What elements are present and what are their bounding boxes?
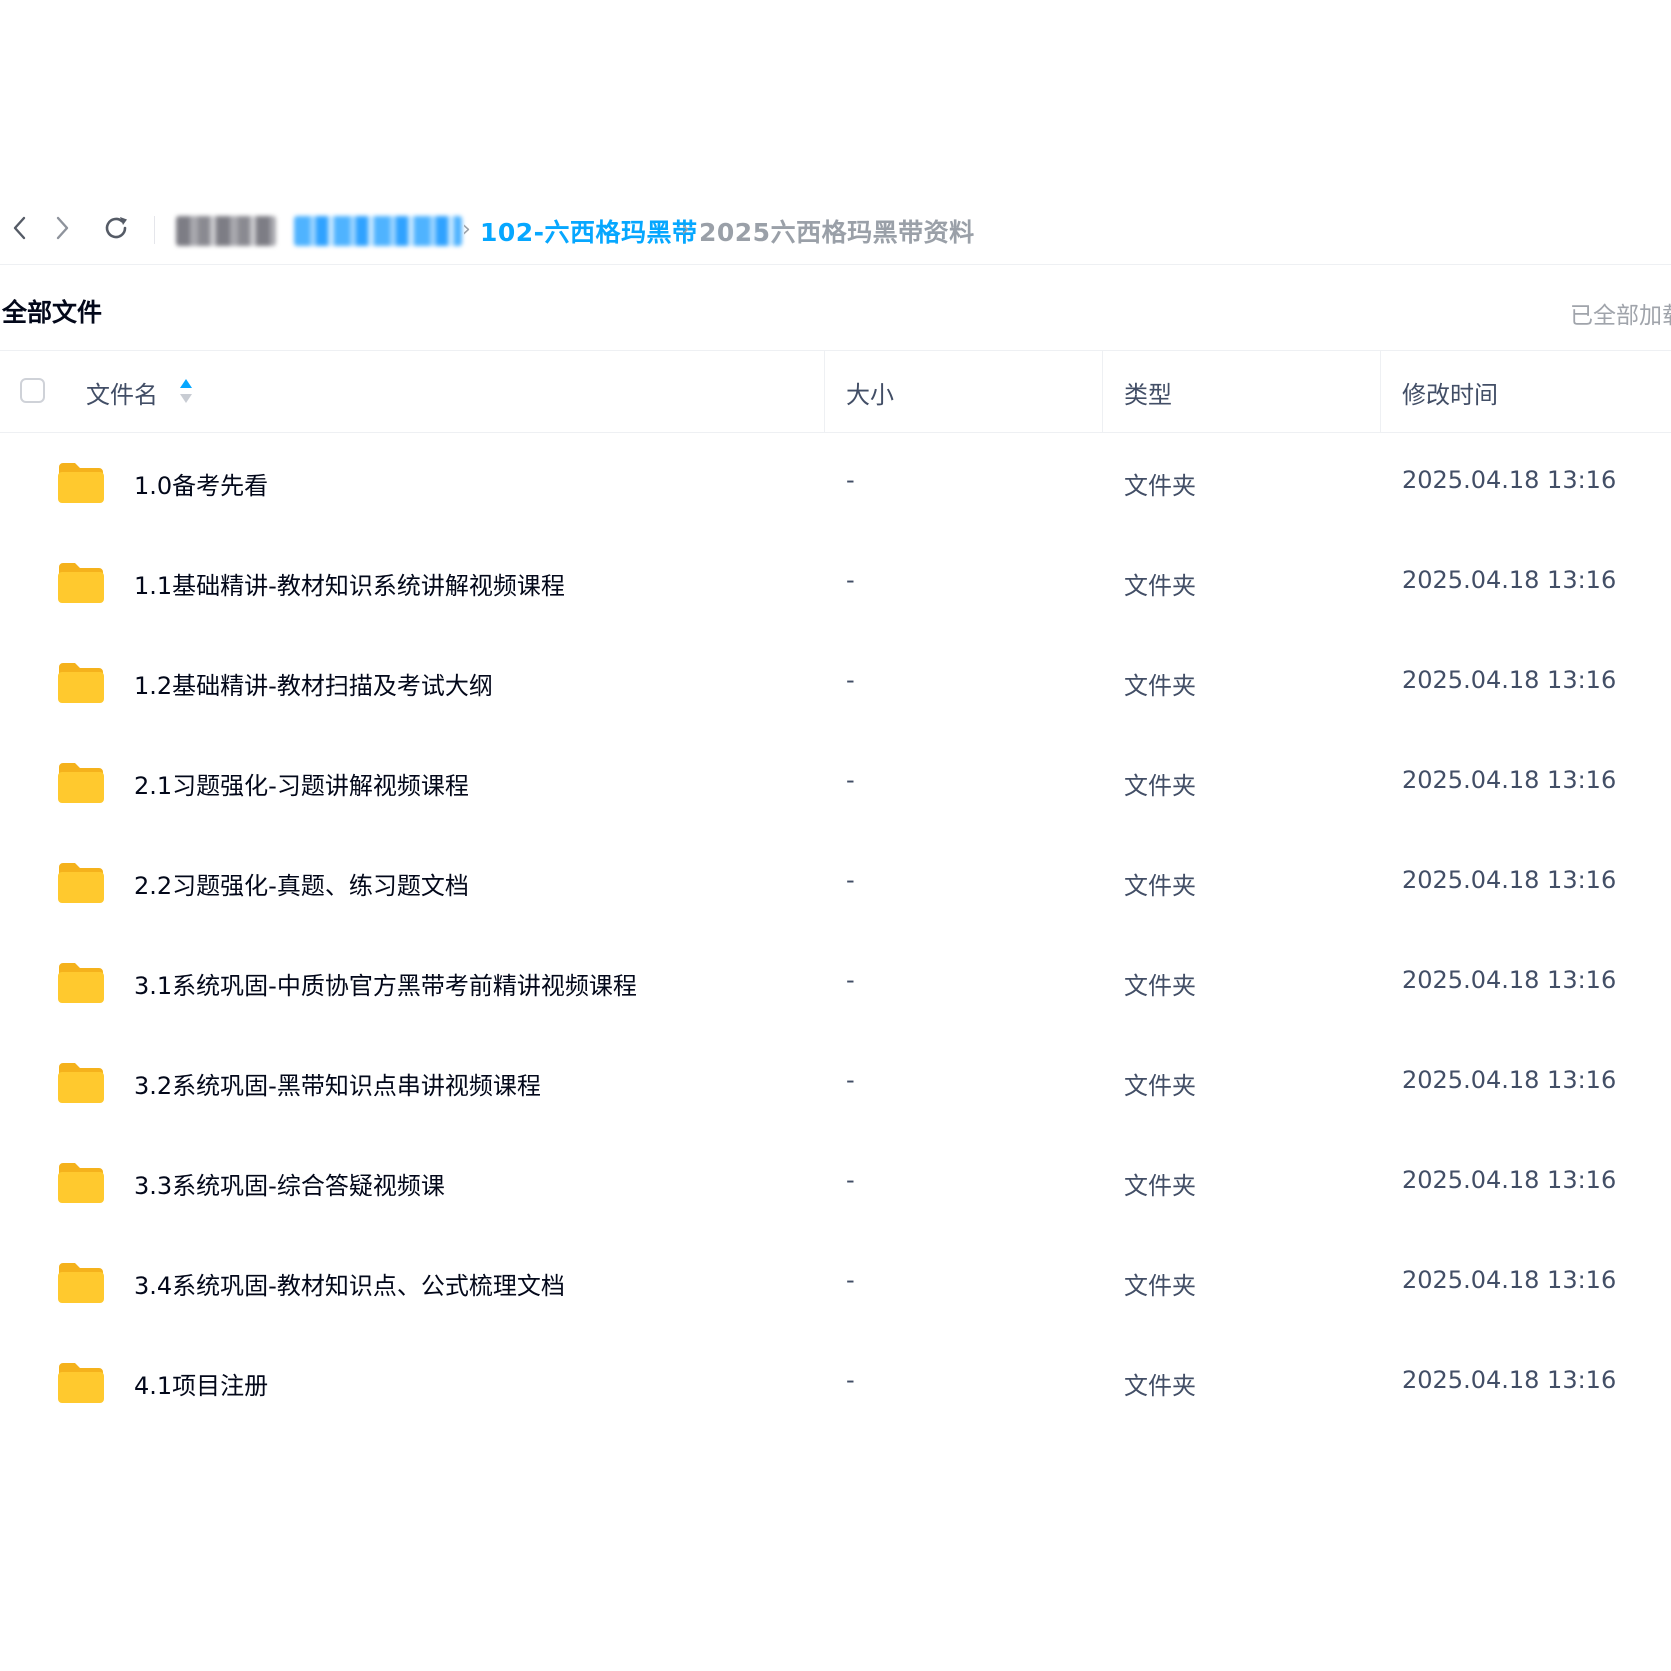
file-modified: 2025.04.18 13:16 xyxy=(1402,566,1617,594)
table-row[interactable]: 1.1基础精讲-教材知识系统讲解视频课程 - 文件夹 2025.04.18 13… xyxy=(0,534,1671,634)
table-header: 文件名 大小 类型 修改时间 xyxy=(0,350,1671,433)
select-all-checkbox[interactable] xyxy=(20,378,45,403)
column-divider[interactable] xyxy=(824,351,825,432)
file-type: 文件夹 xyxy=(1124,572,1196,600)
file-manager-page: › 102-六西格玛黑带 › 2025六西格玛黑带资料 全部文件 已全部加载 文… xyxy=(0,0,1671,1671)
file-size: - xyxy=(846,566,855,594)
load-status: 已全部加载 xyxy=(1570,303,1671,329)
table-row[interactable]: 2.2习题强化-真题、练习题文档 - 文件夹 2025.04.18 13:16 xyxy=(0,834,1671,934)
table-row[interactable]: 1.2基础精讲-教材扫描及考试大纲 - 文件夹 2025.04.18 13:16 xyxy=(0,634,1671,734)
folder-icon xyxy=(58,563,104,603)
folder-icon xyxy=(58,663,104,703)
breadcrumb-blurred-segment[interactable] xyxy=(176,216,276,246)
column-divider[interactable] xyxy=(1102,351,1103,432)
column-header-modified[interactable]: 修改时间 xyxy=(1402,375,1498,410)
table-row[interactable]: 4.1项目注册 - 文件夹 2025.04.18 13:16 xyxy=(0,1334,1671,1434)
column-header-size[interactable]: 大小 xyxy=(846,375,894,410)
file-name[interactable]: 4.1项目注册 xyxy=(134,1366,268,1401)
folder-icon xyxy=(58,963,104,1003)
folder-icon xyxy=(58,863,104,903)
file-modified: 2025.04.18 13:16 xyxy=(1402,1266,1617,1294)
file-name[interactable]: 3.4系统巩固-教材知识点、公式梳理文档 xyxy=(134,1266,565,1301)
chevron-right-icon xyxy=(56,216,69,240)
file-type: 文件夹 xyxy=(1124,672,1196,700)
folder-icon xyxy=(58,1063,104,1103)
file-modified: 2025.04.18 13:16 xyxy=(1402,666,1617,694)
file-name[interactable]: 1.1基础精讲-教材知识系统讲解视频课程 xyxy=(134,566,565,601)
file-modified: 2025.04.18 13:16 xyxy=(1402,966,1617,994)
file-name[interactable]: 3.3系统巩固-综合答疑视频课 xyxy=(134,1166,445,1201)
folder-icon xyxy=(58,1263,104,1303)
file-modified: 2025.04.18 13:16 xyxy=(1402,1366,1617,1394)
file-modified: 2025.04.18 13:16 xyxy=(1402,766,1617,794)
file-modified: 2025.04.18 13:16 xyxy=(1402,866,1617,894)
table-row[interactable]: 3.3系统巩固-综合答疑视频课 - 文件夹 2025.04.18 13:16 xyxy=(0,1134,1671,1234)
file-size: - xyxy=(846,866,855,894)
file-size: - xyxy=(846,466,855,494)
section-title: 全部文件 xyxy=(2,298,103,327)
folder-icon xyxy=(58,1163,104,1203)
file-name[interactable]: 2.2习题强化-真题、练习题文档 xyxy=(134,866,469,901)
table-row[interactable]: 3.2系统巩固-黑带知识点串讲视频课程 - 文件夹 2025.04.18 13:… xyxy=(0,1034,1671,1134)
file-modified: 2025.04.18 13:16 xyxy=(1402,1066,1617,1094)
navigation-bar: › 102-六西格玛黑带 › 2025六西格玛黑带资料 xyxy=(0,196,1671,265)
back-button[interactable] xyxy=(0,208,40,248)
file-type: 文件夹 xyxy=(1124,472,1196,500)
folder-icon xyxy=(58,763,104,803)
refresh-icon xyxy=(105,217,127,239)
file-type: 文件夹 xyxy=(1124,1172,1196,1200)
column-divider[interactable] xyxy=(1380,351,1381,432)
file-name[interactable]: 3.1系统巩固-中质协官方黑带考前精讲视频课程 xyxy=(134,966,637,1001)
breadcrumb-separator: › xyxy=(462,217,471,242)
file-size: - xyxy=(846,1066,855,1094)
file-modified: 2025.04.18 13:16 xyxy=(1402,466,1617,494)
file-name[interactable]: 1.2基础精讲-教材扫描及考试大纲 xyxy=(134,666,493,701)
sort-ascending-icon[interactable] xyxy=(178,377,194,405)
file-type: 文件夹 xyxy=(1124,972,1196,1000)
breadcrumb-current: 2025六西格玛黑带资料 xyxy=(699,218,975,247)
folder-icon xyxy=(58,463,104,503)
file-size: - xyxy=(846,1266,855,1294)
file-type: 文件夹 xyxy=(1124,1372,1196,1400)
file-modified: 2025.04.18 13:16 xyxy=(1402,1166,1617,1194)
column-header-type[interactable]: 类型 xyxy=(1124,375,1172,410)
file-type: 文件夹 xyxy=(1124,872,1196,900)
table-row[interactable]: 3.4系统巩固-教材知识点、公式梳理文档 - 文件夹 2025.04.18 13… xyxy=(0,1234,1671,1334)
breadcrumb-separator: › xyxy=(681,217,690,242)
file-name[interactable]: 2.1习题强化-习题讲解视频课程 xyxy=(134,766,469,801)
breadcrumb-link[interactable]: 102-六西格玛黑带 xyxy=(480,213,698,249)
file-type: 文件夹 xyxy=(1124,1072,1196,1100)
refresh-button[interactable] xyxy=(96,208,136,248)
file-type: 文件夹 xyxy=(1124,772,1196,800)
file-size: - xyxy=(846,1166,855,1194)
file-size: - xyxy=(846,966,855,994)
chevron-left-icon xyxy=(13,216,26,240)
file-size: - xyxy=(846,766,855,794)
file-size: - xyxy=(846,666,855,694)
column-header-name[interactable]: 文件名 xyxy=(86,375,158,410)
table-row[interactable]: 2.1习题强化-习题讲解视频课程 - 文件夹 2025.04.18 13:16 xyxy=(0,734,1671,834)
breadcrumb-blurred-segment[interactable] xyxy=(294,216,462,246)
folder-icon xyxy=(58,1363,104,1403)
nav-divider xyxy=(154,216,155,244)
forward-button[interactable] xyxy=(42,208,82,248)
file-name[interactable]: 3.2系统巩固-黑带知识点串讲视频课程 xyxy=(134,1066,541,1101)
table-row[interactable]: 1.0备考先看 - 文件夹 2025.04.18 13:16 xyxy=(0,434,1671,534)
table-row[interactable]: 3.1系统巩固-中质协官方黑带考前精讲视频课程 - 文件夹 2025.04.18… xyxy=(0,934,1671,1034)
file-type: 文件夹 xyxy=(1124,1272,1196,1300)
file-size: - xyxy=(846,1366,855,1394)
file-name[interactable]: 1.0备考先看 xyxy=(134,466,268,501)
